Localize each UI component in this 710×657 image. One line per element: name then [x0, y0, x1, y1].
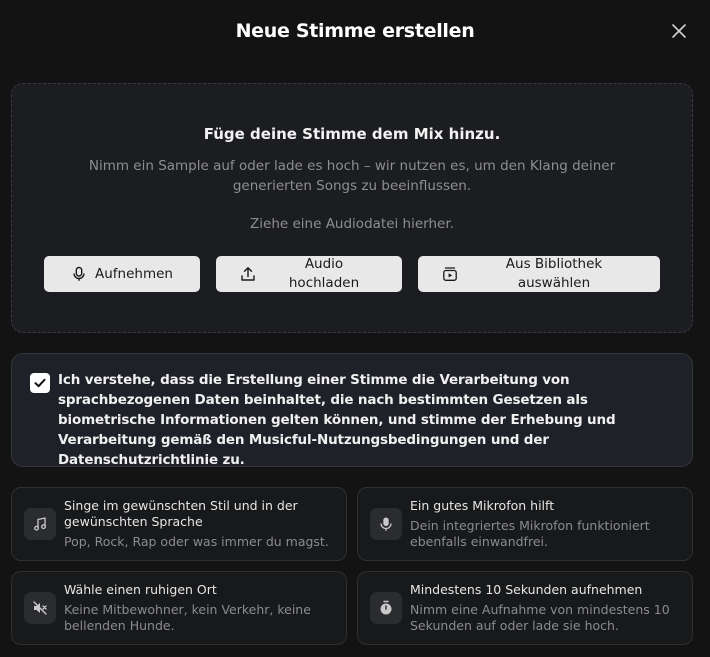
record-button[interactable]: Aufnehmen: [44, 256, 200, 292]
upload-audio-button[interactable]: Audio hochladen: [216, 256, 402, 292]
upload-icon: [241, 267, 255, 281]
tip-description: Keine Mitbewohner, kein Verkehr, keine b…: [64, 602, 311, 633]
music-note-icon: [24, 508, 56, 540]
upload-audio-button-label: Audio hochladen: [288, 256, 360, 291]
dialog-title: Neue Stimme erstellen: [235, 20, 475, 42]
audio-dropzone[interactable]: Füge deine Stimme dem Mix hinzu. Nimm ei…: [11, 83, 693, 333]
mute-icon: [24, 592, 56, 624]
consent-box: Ich verstehe, dass die Erstellung einer …: [11, 353, 693, 468]
close-icon: [672, 24, 686, 38]
tip-card-microphone: Ein gutes Mikrofon hilft Dein integriert…: [357, 487, 693, 561]
dropzone-heading: Füge deine Stimme dem Mix hinzu.: [203, 125, 501, 143]
tip-card-quiet-place: Wähle einen ruhigen Ort Keine Mitbewohne…: [11, 571, 347, 645]
dropzone-description: Nimm ein Sample auf oder lade es hoch – …: [88, 158, 616, 194]
record-button-label: Aufnehmen: [95, 265, 173, 282]
tip-card-duration: Mindestens 10 Sekunden aufnehmen Nimm ei…: [357, 571, 693, 645]
dropzone-drop-hint: Ziehe eine Audiodatei hierher.: [250, 216, 454, 232]
tip-description: Dein integriertes Mikrofon funktioniert …: [410, 518, 650, 549]
tip-title: Wähle einen ruhigen Ort: [64, 582, 217, 597]
tip-title: Singe im gewünschten Stil und in der gew…: [64, 498, 298, 529]
tip-description: Pop, Rock, Rap oder was immer du magst.: [64, 534, 329, 549]
tip-title: Ein gutes Mikrofon hilft: [410, 498, 555, 513]
consent-text: Ich verstehe, dass die Erstellung einer …: [58, 372, 616, 468]
checkmark-icon: [34, 378, 46, 388]
tip-description: Nimm eine Aufnahme von mindestens 10 Sek…: [410, 602, 670, 633]
stopwatch-icon: [370, 592, 402, 624]
create-voice-dialog: Neue Stimme erstellen Füge deine Stimme …: [0, 0, 710, 657]
library-select-button[interactable]: Aus Bibliothek auswählen: [418, 256, 660, 292]
tip-title: Mindestens 10 Sekunden aufnehmen: [410, 582, 643, 597]
microphone-icon: [370, 508, 402, 540]
tip-card-style: Singe im gewünschten Stil und in der gew…: [11, 487, 347, 561]
library-select-button-label: Aus Bibliothek auswählen: [505, 256, 603, 291]
close-button[interactable]: [670, 22, 688, 40]
microphone-icon: [73, 266, 85, 281]
consent-checkbox[interactable]: [30, 373, 50, 393]
library-icon: [443, 267, 457, 281]
